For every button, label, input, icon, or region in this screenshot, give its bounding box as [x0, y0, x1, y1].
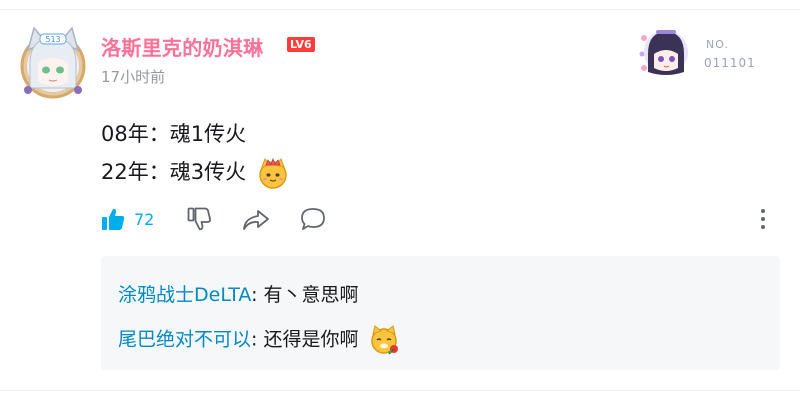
thumbs-down-icon [187, 207, 211, 231]
fan-badge-icon [639, 30, 688, 75]
comment-text-line-1: 08年：魂1传火 [101, 122, 247, 146]
comment-text-line-2-text: 22年：魂3传火 [101, 160, 247, 184]
share-button[interactable] [241, 207, 271, 233]
like-button[interactable]: 72 [100, 206, 154, 232]
cat-king-emoji-icon [257, 157, 289, 189]
reply-username[interactable]: 涂鸦战士DeLTA [118, 284, 251, 306]
user-avatar[interactable]: 513 [18, 24, 88, 106]
anime-avatar-icon: 513 [20, 26, 86, 99]
comment-bubble-icon [301, 208, 325, 230]
level-badge: LV6 [287, 37, 315, 52]
comment-time: 17小时前 [101, 68, 166, 86]
reply-text: : 还得是你啊 [251, 328, 359, 351]
more-vertical-icon [761, 209, 765, 229]
fan-badge-label: NO. [706, 38, 729, 51]
username[interactable]: 洛斯里克的奶淇琳 [101, 32, 263, 61]
reply-text: : 有丶意思啊 [251, 284, 359, 306]
reply-username[interactable]: 尾巴绝对不可以 [118, 329, 251, 351]
replies-box[interactable]: 涂鸦战士DeLTA: 有丶意思啊 尾巴绝对不可以: 还得是你啊 [101, 256, 780, 370]
reply-item[interactable]: 尾巴绝对不可以: 还得是你啊 [118, 324, 401, 356]
bottom-divider [0, 390, 800, 391]
fan-badge[interactable]: NO. 011101 [634, 24, 755, 80]
svg-text:513: 513 [45, 35, 60, 44]
share-icon [243, 210, 269, 230]
reply-item[interactable]: 涂鸦战士DeLTA: 有丶意思啊 [118, 280, 359, 307]
thumbs-up-icon [102, 208, 125, 230]
more-options-button[interactable] [755, 206, 771, 232]
comment-text-line-2: 22年：魂3传火 [101, 156, 289, 189]
like-count: 72 [134, 209, 155, 229]
cat-rose-emoji-icon [369, 324, 401, 356]
dislike-button[interactable] [186, 206, 212, 232]
fan-badge-number: 011101 [704, 56, 756, 70]
reply-button[interactable] [299, 206, 327, 232]
top-divider [0, 9, 800, 10]
